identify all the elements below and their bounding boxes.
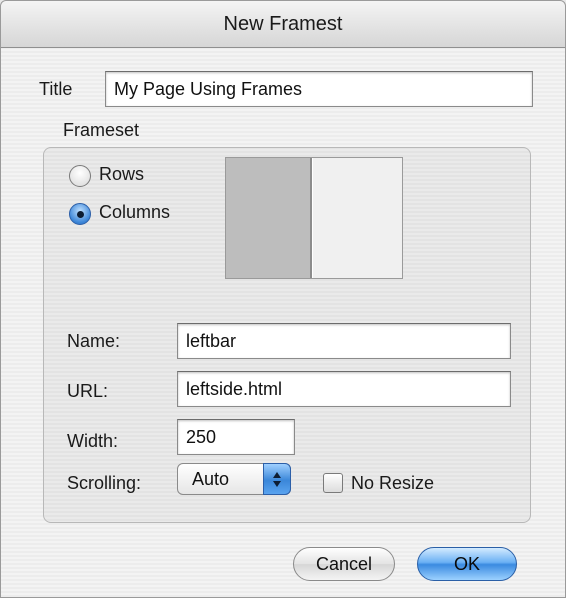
name-input[interactable]: leftbar (177, 323, 511, 359)
radio-selected-dot (77, 211, 84, 218)
cancel-button[interactable]: Cancel (293, 547, 395, 581)
no-resize-label[interactable]: No Resize (351, 473, 434, 494)
scrolling-select-value: Auto (192, 469, 230, 489)
dialog-title-bar: New Framest (1, 1, 565, 48)
title-input-value: My Page Using Frames (114, 78, 303, 99)
preview-right-frame[interactable] (312, 158, 402, 278)
columns-radio-label[interactable]: Columns (99, 202, 170, 223)
width-input[interactable]: 250 (177, 419, 295, 455)
name-label: Name: (67, 331, 121, 351)
url-input[interactable]: leftside.html (177, 371, 511, 407)
ok-button[interactable]: OK (417, 547, 517, 581)
columns-radio[interactable] (69, 203, 91, 225)
url-input-value: leftside.html (186, 378, 283, 399)
preview-left-frame[interactable] (226, 158, 312, 278)
scrolling-select[interactable]: Auto (177, 463, 291, 495)
url-label: URL: (67, 381, 109, 401)
frameset-preview[interactable] (225, 157, 403, 279)
title-input[interactable]: My Page Using Frames (105, 71, 533, 107)
rows-radio[interactable] (69, 165, 91, 187)
popup-arrows-icon (263, 463, 291, 495)
new-frameset-dialog: New Framest Title My Page Using Frames F… (0, 0, 566, 598)
dialog-title: New Framest (223, 13, 343, 35)
width-input-value: 250 (186, 426, 217, 447)
frameset-label: Frameset (63, 120, 140, 140)
no-resize-checkbox[interactable] (323, 473, 343, 493)
name-input-value: leftbar (186, 330, 237, 351)
scrolling-label: Scrolling: (67, 473, 142, 493)
title-label: Title (39, 79, 73, 99)
rows-radio-label[interactable]: Rows (99, 164, 144, 185)
width-label: Width: (67, 431, 119, 451)
